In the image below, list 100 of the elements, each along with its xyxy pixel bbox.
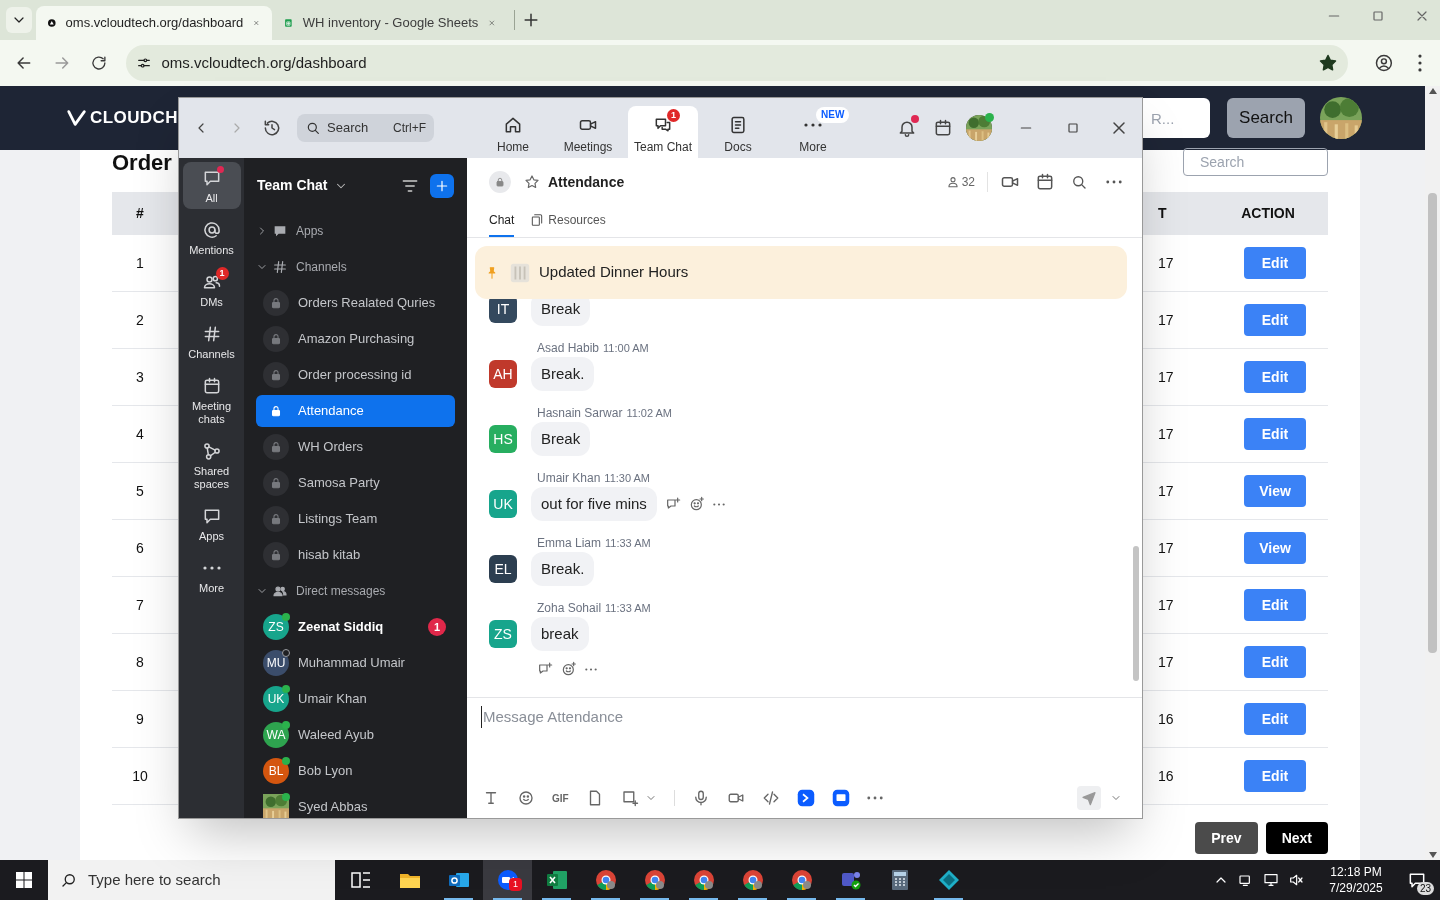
maximize-icon[interactable] [1065, 120, 1081, 136]
row-action-button[interactable]: View [1244, 532, 1306, 564]
add-reaction-icon[interactable] [561, 661, 577, 677]
taskbar-button[interactable]: 1 [483, 860, 532, 900]
chat-tab[interactable]: Resources [530, 205, 606, 237]
channel-item[interactable]: hisab kitab [256, 539, 455, 571]
row-action-button[interactable]: Edit [1244, 247, 1306, 279]
row-action-button[interactable]: Edit [1244, 703, 1306, 735]
pinned-banner[interactable]: Updated Dinner Hours [475, 246, 1127, 299]
scroll-up-icon[interactable] [1428, 88, 1437, 94]
search-icon[interactable] [1070, 173, 1088, 191]
more-icon[interactable] [585, 667, 597, 671]
dm-item[interactable]: Syed Abbas [256, 791, 455, 818]
channel-item[interactable]: Orders Realated Quries [256, 287, 455, 319]
avatar[interactable]: AH [489, 360, 517, 388]
browser-tab[interactable]: WH inventory - Google Sheets [272, 6, 508, 40]
row-action-button[interactable]: View [1244, 475, 1306, 507]
app-icon[interactable] [796, 789, 815, 807]
dm-item[interactable]: BL Bob Lyon [256, 755, 455, 787]
nav-tab[interactable]: Home [478, 106, 548, 158]
search-field[interactable]: R... [1143, 98, 1210, 138]
nav-tab[interactable]: 1 Team Chat [628, 106, 698, 158]
rail-item[interactable]: Mentions [182, 214, 241, 261]
calendar-icon[interactable] [1035, 172, 1055, 192]
rail-item[interactable]: Apps [182, 500, 241, 547]
reply-icon[interactable] [537, 661, 553, 677]
sender-name[interactable]: Emma Liam [537, 534, 601, 552]
start-icon[interactable] [16, 872, 32, 888]
speaker-muted-icon[interactable] [1288, 872, 1304, 888]
next-button[interactable]: Next [1265, 822, 1328, 854]
browser-icon [691, 868, 716, 892]
sender-name[interactable]: Hasnain Sarwar [537, 404, 623, 422]
row-action-button[interactable]: Edit [1244, 304, 1306, 336]
dm-item[interactable]: UK Umair Khan [256, 683, 455, 715]
display-icon[interactable] [1263, 872, 1279, 888]
sender-name[interactable]: Umair Khan [537, 469, 601, 487]
member-count[interactable]: 32 [945, 173, 975, 191]
row-action-button[interactable]: Edit [1244, 760, 1306, 792]
row-action-button[interactable]: Edit [1244, 589, 1306, 621]
rail-item[interactable]: Meeting chats [182, 370, 241, 430]
nav-tab[interactable]: Meetings [553, 106, 623, 158]
reload-icon[interactable] [89, 54, 108, 72]
section-header[interactable]: Apps [244, 213, 467, 249]
channel-item[interactable]: Listings Team [256, 503, 455, 535]
section-header[interactable]: Direct messages [244, 573, 467, 609]
calendar-icon[interactable] [933, 118, 953, 138]
gif-button[interactable]: GIF [552, 790, 569, 806]
rail-item[interactable]: More [182, 552, 241, 599]
code-icon[interactable] [761, 789, 780, 807]
taskbar-search-field[interactable]: Type here to search [48, 860, 335, 900]
search-field[interactable]: Search Ctrl+F [297, 114, 434, 142]
sidebar-title[interactable]: Team Chat [257, 175, 328, 196]
bookmark-star-icon[interactable] [1318, 53, 1339, 73]
message-field[interactable]: Message Attendance [481, 706, 1128, 728]
address-bar[interactable]: oms.vcloudtech.org/dashboard [125, 45, 1349, 81]
scrollbar[interactable] [1133, 546, 1139, 681]
browser-tab[interactable]: oms.vcloudtech.org/dashboard [36, 6, 272, 40]
channel-item[interactable]: Amazon Purchasing [256, 323, 455, 355]
scrollbar[interactable] [1425, 86, 1440, 860]
rail-item[interactable]: Channels [182, 318, 241, 365]
channel-item[interactable]: Attendance [256, 395, 455, 427]
chat-tab[interactable]: Chat [489, 205, 515, 237]
row-action-button[interactable]: Edit [1244, 361, 1306, 393]
avatar[interactable]: EL [489, 555, 517, 583]
screenshot-icon[interactable] [620, 789, 639, 807]
search-field[interactable]: Search [1183, 148, 1328, 176]
rail-item[interactable]: Shared spaces [182, 435, 241, 495]
send-button[interactable] [1077, 786, 1101, 810]
channel-item[interactable]: WH Orders [256, 431, 455, 463]
add-reaction-icon[interactable] [688, 496, 705, 512]
sender-name[interactable]: Zoha Sohail [537, 599, 602, 617]
channel-item[interactable]: Samosa Party [256, 467, 455, 499]
nav-tab[interactable]: NEW More [778, 106, 848, 158]
more-icon[interactable] [1106, 180, 1122, 184]
rail-item[interactable]: 1 DMs [182, 266, 241, 313]
dm-item[interactable]: MU Muhammad Umair [256, 647, 455, 679]
channel-item[interactable]: Order processing id [256, 359, 455, 391]
site-settings-icon[interactable] [135, 55, 152, 71]
section-header[interactable]: Channels [244, 249, 467, 285]
row-action-button[interactable]: Edit [1244, 646, 1306, 678]
profile-icon[interactable] [1374, 53, 1395, 73]
search-button[interactable]: Search [1227, 98, 1305, 138]
dm-item[interactable]: ZS Zeenat Siddiq 1 [256, 611, 455, 643]
unread-badge: 1 [428, 618, 446, 636]
clock[interactable]: 12:18 PM 7/29/2025 [1318, 864, 1394, 896]
star-icon[interactable] [524, 174, 540, 190]
more-icon[interactable] [712, 502, 725, 506]
row-action-button[interactable]: Edit [1244, 418, 1306, 450]
app-icon[interactable] [831, 789, 850, 807]
emoji-icon[interactable] [517, 789, 535, 807]
dm-item[interactable]: WA Waleed Ayub [256, 719, 455, 751]
menu-icon[interactable] [1418, 54, 1422, 72]
new-chat-button[interactable] [430, 173, 454, 198]
scroll-down-icon[interactable] [1428, 852, 1437, 858]
reply-icon[interactable] [664, 496, 681, 512]
nav-tab[interactable]: Docs [703, 106, 773, 158]
rail-item[interactable]: All [182, 162, 241, 209]
history-icon[interactable] [262, 118, 282, 138]
more-icon[interactable] [866, 796, 883, 800]
sender-name[interactable]: Asad Habib [537, 339, 600, 357]
